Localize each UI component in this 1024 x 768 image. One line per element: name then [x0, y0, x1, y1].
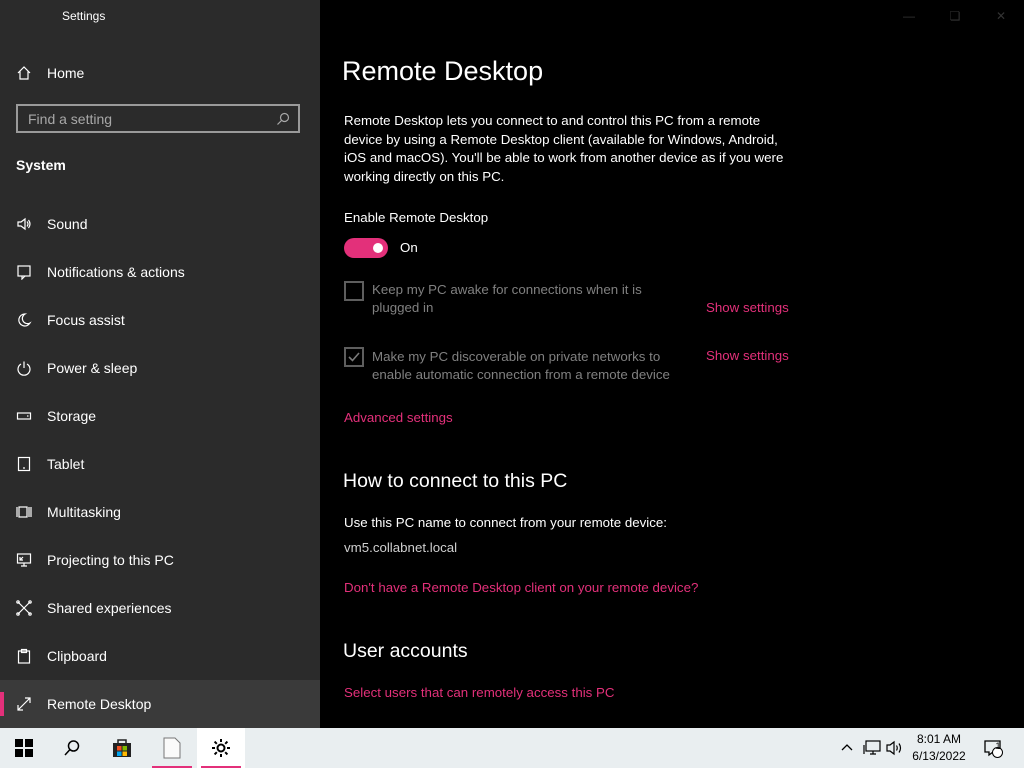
home-link[interactable]: Home [16, 60, 84, 86]
sidebar-item-projecting[interactable]: Projecting to this PC [0, 536, 320, 584]
store-button[interactable] [98, 728, 146, 768]
tablet-icon [17, 456, 31, 472]
connect-instructions: Use this PC name to connect from your re… [344, 515, 667, 530]
sidebar-item-label: Clipboard [47, 648, 107, 664]
power-icon [17, 361, 31, 376]
sidebar-item-tablet[interactable]: Tablet [0, 440, 320, 488]
sidebar-item-remote-desktop[interactable]: Remote Desktop [0, 680, 320, 728]
volume-button[interactable] [884, 728, 906, 768]
enable-remote-desktop-toggle[interactable] [344, 238, 388, 258]
search-icon [64, 740, 80, 756]
minimize-icon: — [903, 9, 915, 23]
volume-icon [886, 740, 902, 756]
sidebar-item-label: Focus assist [47, 312, 125, 328]
sidebar-item-label: Storage [47, 408, 97, 424]
moon-icon [18, 313, 32, 327]
search-placeholder: Find a setting [28, 110, 113, 127]
window-controls: — ❏ ✕ [886, 0, 1024, 32]
windows-logo-icon [15, 739, 33, 757]
start-button[interactable] [0, 728, 48, 768]
settings-app-button[interactable] [197, 728, 245, 768]
store-icon [113, 739, 131, 757]
taskbar: 8:01 AM 6/13/2022 1 [0, 728, 1024, 768]
page-description: Remote Desktop lets you connect to and c… [344, 113, 784, 184]
keep-awake-checkbox[interactable] [344, 281, 364, 301]
page-title: Remote Desktop [342, 56, 544, 86]
network-icon [863, 740, 881, 755]
restore-icon: ❏ [949, 9, 961, 23]
show-hidden-icons-button[interactable] [836, 728, 858, 768]
keep-awake-show-settings-link[interactable]: Show settings [706, 300, 789, 315]
get-client-link[interactable]: Don't have a Remote Desktop client on yo… [344, 580, 698, 595]
clipboard-icon [17, 648, 31, 664]
sidebar-item-label: Power & sleep [47, 360, 138, 376]
sidebar-item-label: Tablet [47, 456, 85, 472]
clock-time: 8:01 AM [916, 732, 962, 746]
document-icon [163, 737, 181, 759]
connect-heading: How to connect to this PC [343, 470, 568, 492]
section-heading-system: System [16, 157, 66, 173]
sidebar-item-shared-experiences[interactable]: Shared experiences [0, 584, 320, 632]
search-icon [277, 112, 290, 125]
toggle-knob [373, 243, 383, 253]
sidebar-item-label: Sound [47, 216, 88, 232]
user-accounts-heading: User accounts [343, 640, 468, 662]
speaker-icon [17, 217, 31, 231]
sidebar-item-multitasking[interactable]: Multitasking [0, 488, 320, 536]
home-icon [17, 66, 31, 80]
enable-remote-desktop-label: Enable Remote Desktop [344, 210, 489, 225]
sidebar-item-storage[interactable]: Storage [0, 392, 320, 440]
sidebar-item-power-sleep[interactable]: Power & sleep [0, 344, 320, 392]
pc-name: vm5.collabnet.local [344, 540, 458, 555]
file-app-button[interactable] [148, 728, 196, 768]
home-label: Home [47, 65, 85, 81]
keep-awake-label: Keep my PC awake for connections when it… [372, 282, 642, 315]
discoverable-label: Make my PC discoverable on private netwo… [372, 349, 670, 382]
sidebar-item-label: Notifications & actions [47, 264, 185, 280]
toggle-state-label: On [400, 240, 418, 255]
search-input[interactable]: Find a setting [16, 104, 300, 133]
sidebar-item-label: Multitasking [47, 504, 121, 520]
discoverable-show-settings-link[interactable]: Show settings [706, 348, 789, 363]
select-users-link[interactable]: Select users that can remotely access th… [344, 685, 614, 700]
shared-icon [16, 600, 32, 616]
notification-count-badge: 1 [995, 741, 1001, 751]
multitasking-icon [16, 506, 32, 518]
chevron-up-icon [841, 744, 853, 751]
discoverable-checkbox[interactable] [344, 347, 364, 367]
network-button[interactable] [860, 728, 884, 768]
app-title: Settings [62, 9, 106, 23]
sidebar-nav: Sound Notifications & actions Focus assi… [0, 200, 320, 728]
projecting-icon [16, 553, 32, 567]
sidebar-item-clipboard[interactable]: Clipboard [0, 632, 320, 680]
advanced-settings-link[interactable]: Advanced settings [344, 410, 453, 425]
clock-button[interactable]: 8:01 AM 6/13/2022 [905, 731, 973, 765]
search-button[interactable] [48, 728, 96, 768]
close-icon: ✕ [995, 9, 1007, 23]
sidebar-item-label: Shared experiences [47, 600, 172, 616]
sidebar-item-sound[interactable]: Sound [0, 200, 320, 248]
sidebar-item-focus-assist[interactable]: Focus assist [0, 296, 320, 344]
storage-icon [16, 412, 32, 420]
remote-desktop-icon [17, 697, 31, 711]
sidebar-item-label: Projecting to this PC [47, 552, 174, 568]
gear-icon [212, 739, 230, 757]
checkmark-icon [348, 352, 360, 362]
sidebar: Settings Home Find a setting System Soun… [0, 0, 320, 728]
sidebar-item-label: Remote Desktop [47, 696, 152, 712]
action-center-button[interactable]: 1 [978, 728, 1008, 768]
sidebar-item-notifications[interactable]: Notifications & actions [0, 248, 320, 296]
close-button[interactable]: ✕ [978, 0, 1024, 32]
clock-date: 6/13/2022 [912, 749, 966, 763]
notification-icon [17, 265, 31, 280]
maximize-button[interactable]: ❏ [932, 0, 978, 32]
minimize-button[interactable]: — [886, 0, 932, 32]
